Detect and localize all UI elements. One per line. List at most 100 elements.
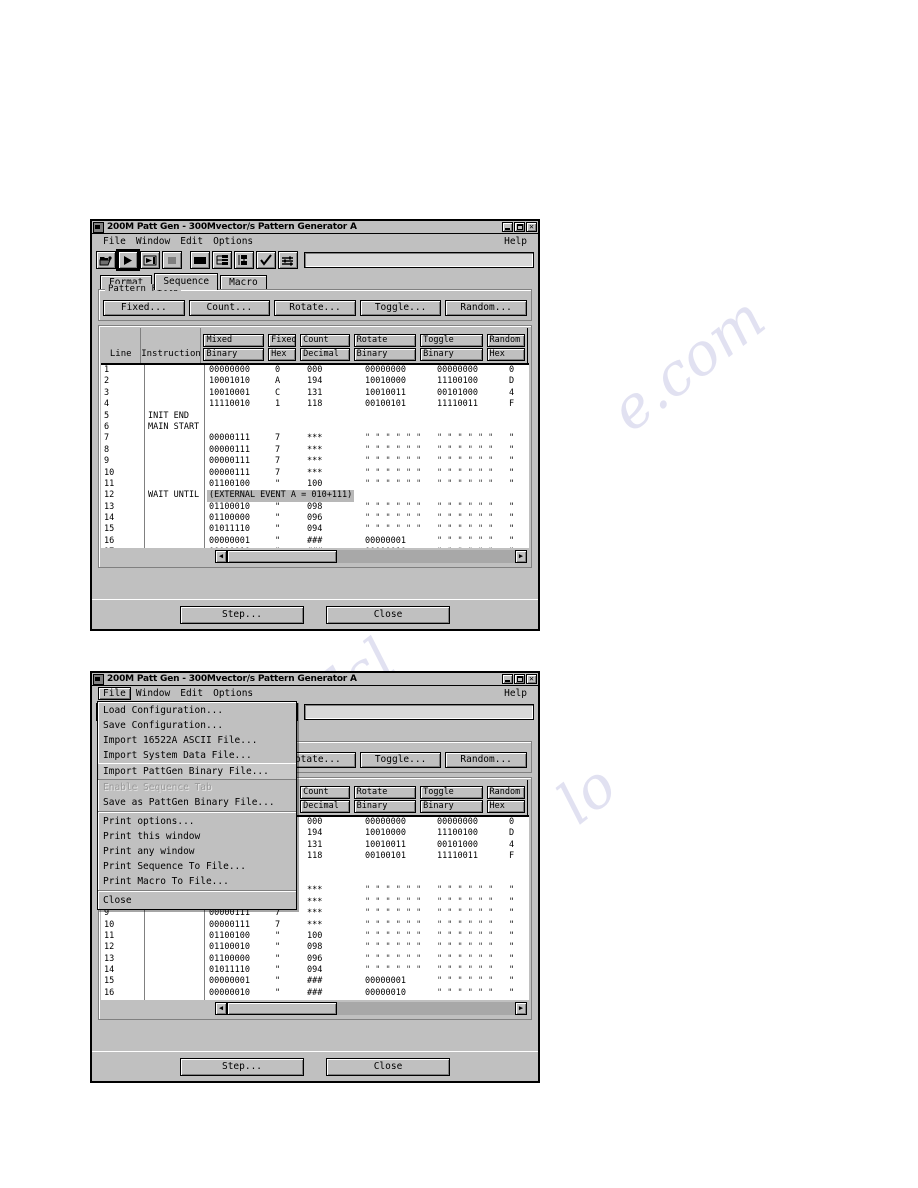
grid-cell-toggle[interactable]: " " " " " " [437, 479, 509, 490]
menu-item-print-options[interactable]: Print options... [98, 814, 296, 829]
header-col-toggle-format[interactable]: Binary [420, 348, 483, 361]
grid-cell-mixed[interactable]: 01011110 [205, 965, 275, 976]
grid-cell-fixed[interactable]: 7 [275, 456, 307, 467]
table-row[interactable]: 00000001 " ### 00000001 " " " " " " " [205, 536, 529, 547]
grid-instruction-cell[interactable]: INIT END [145, 411, 204, 422]
grid-cell-count[interactable] [307, 874, 365, 885]
grid-cell-fixed[interactable]: A [275, 376, 307, 387]
grid-cell-toggle[interactable]: 00000000 [437, 365, 509, 376]
grid-cell-mixed[interactable] [205, 422, 275, 433]
grid-cell-random[interactable]: " [509, 976, 529, 987]
grid-cell-rotate[interactable]: " " " " " " [365, 502, 437, 513]
menu-options[interactable]: Options [208, 687, 258, 700]
grid-cell-toggle[interactable]: 11100100 [437, 376, 509, 387]
fixed-button[interactable]: Fixed... [103, 300, 185, 316]
rotate-button[interactable]: Rotate... [274, 300, 356, 316]
header-col-count-name[interactable]: Count [300, 334, 350, 347]
grid-cell-toggle[interactable] [437, 874, 509, 885]
grid-cell-mixed[interactable]: 01100100 [205, 479, 275, 490]
random-button[interactable]: Random... [445, 752, 527, 768]
grid-cell-fixed[interactable]: 7 [275, 433, 307, 444]
header-col-mixed-format[interactable]: Binary [203, 348, 265, 361]
menu-item-print-any-window[interactable]: Print any window [98, 844, 296, 859]
grid-cell-fixed[interactable]: 7 [275, 468, 307, 479]
title-bar[interactable]: 200M Patt Gen - 300Mvector/s Pattern Gen… [92, 673, 538, 686]
grid-cell-count[interactable]: 118 [307, 851, 365, 862]
grid-cell-fixed[interactable]: " [275, 502, 307, 513]
header-col-rotate-name[interactable]: Rotate [353, 786, 417, 799]
sequence-icon[interactable] [234, 251, 254, 269]
grid-cell-toggle[interactable] [437, 411, 509, 422]
grid-cell-rotate[interactable]: " " " " " " [365, 468, 437, 479]
grid-cell-random[interactable]: " [509, 433, 529, 444]
grid-cell-count[interactable]: 000 [307, 365, 365, 376]
grid-cell-random[interactable]: " [509, 942, 529, 953]
header-col-toggle-format[interactable]: Binary [420, 800, 483, 813]
minimize-button[interactable] [502, 222, 513, 232]
header-col-random-format[interactable]: Hex [486, 800, 526, 813]
system-menu-icon[interactable] [93, 221, 104, 233]
grid-instruction-cell[interactable] [145, 456, 204, 467]
header-col-rotate-format[interactable]: Binary [353, 348, 417, 361]
grid-cell-random[interactable]: " [509, 513, 529, 524]
grid-cell-rotate[interactable]: " " " " " " [365, 524, 437, 535]
table-row[interactable]: 00000010"###00000010" " " " " "" [205, 988, 529, 999]
table-row[interactable]: 000001117***" " " " " "" " " " " "" [205, 468, 529, 479]
grid-cell-fixed[interactable]: " [275, 954, 307, 965]
grid-cell-toggle[interactable]: 11110011 [437, 851, 509, 862]
menu-edit[interactable]: Edit [175, 235, 208, 248]
grid-cell-mixed[interactable]: 10001010 [205, 376, 275, 387]
grid-cell-random[interactable]: " [509, 908, 529, 919]
horizontal-scroll-track[interactable] [227, 1002, 515, 1015]
grid-cell-rotate[interactable]: 00100101 [365, 851, 437, 862]
table-row[interactable]: 01100100 " 100 " " " " " " " " " " " " " [205, 479, 529, 490]
grid-instruction-cell[interactable] [145, 479, 204, 490]
menu-item-print-macro-to-file[interactable]: Print Macro To File... [98, 874, 296, 889]
grid-cell-fixed[interactable]: 7 [275, 920, 307, 931]
grid-cell-toggle[interactable] [437, 863, 509, 874]
grid-cell-count[interactable] [307, 422, 365, 433]
grid-cell-fixed[interactable] [275, 411, 307, 422]
menu-file[interactable]: File [98, 687, 131, 700]
grid-cell-toggle[interactable]: 00101000 [437, 840, 509, 851]
grid-instruction-cell[interactable] [145, 433, 204, 444]
grid-cell-count[interactable]: ### [307, 976, 365, 987]
grid-cell-rotate[interactable]: 00000010 [365, 547, 437, 548]
close-button-footer[interactable]: Close [326, 605, 450, 624]
table-row[interactable]: 000001117***" " " " " "" " " " " "" [205, 456, 529, 467]
grid-cell-random[interactable]: 4 [509, 388, 529, 399]
grid-cell-count[interactable]: 100 [307, 931, 365, 942]
grid-cell-mixed[interactable]: 00000111 [205, 445, 275, 456]
grid-cell-count[interactable]: *** [307, 908, 365, 919]
table-row[interactable]: (EXTERNAL EVENT A = 010+111) [205, 490, 529, 502]
header-col-toggle[interactable]: Toggle Binary [418, 328, 484, 363]
grid-cell-toggle[interactable]: " " " " " " [437, 547, 509, 548]
header-col-mixed-name[interactable]: Mixed [203, 334, 265, 347]
grid-instruction-cell[interactable] [145, 931, 204, 942]
grid-cell-random[interactable]: " [509, 547, 529, 548]
grid-cell-mixed[interactable]: 00000001 [205, 536, 275, 547]
grid-cell-rotate[interactable]: 00100101 [365, 399, 437, 410]
grid-instruction-cell[interactable] [145, 547, 204, 548]
header-col-fixed-name[interactable]: Fixed [268, 334, 297, 347]
grid-cell-mixed[interactable]: 01100100 [205, 931, 275, 942]
grid-cell-toggle[interactable]: " " " " " " [437, 976, 509, 987]
grid-cell-count[interactable]: 118 [307, 399, 365, 410]
header-col-toggle[interactable]: Toggle Binary [418, 780, 484, 815]
grid-cell-toggle[interactable]: " " " " " " [437, 536, 509, 547]
header-col-toggle-name[interactable]: Toggle [420, 786, 483, 799]
count-button[interactable]: Count... [188, 300, 271, 316]
grid-cell-count[interactable]: 100 [307, 479, 365, 490]
grid-cell-toggle[interactable]: " " " " " " [437, 942, 509, 953]
grid-cell-toggle[interactable]: " " " " " " [437, 931, 509, 942]
tab-macro[interactable]: Macro [220, 275, 267, 290]
menu-item-print-this-window[interactable]: Print this window [98, 829, 296, 844]
grid-cell-mixed[interactable]: 00000001 [205, 976, 275, 987]
header-col-random[interactable]: Random Hex [485, 328, 528, 363]
grid-cell-mixed[interactable]: 00000111 [205, 456, 275, 467]
grid-cell-count[interactable]: 098 [307, 942, 365, 953]
window-controls[interactable]: ✕ [502, 674, 537, 684]
grid-instruction-cell[interactable] [145, 399, 204, 410]
grid-cell-random[interactable]: 4 [509, 840, 529, 851]
stop-icon[interactable] [162, 251, 182, 269]
